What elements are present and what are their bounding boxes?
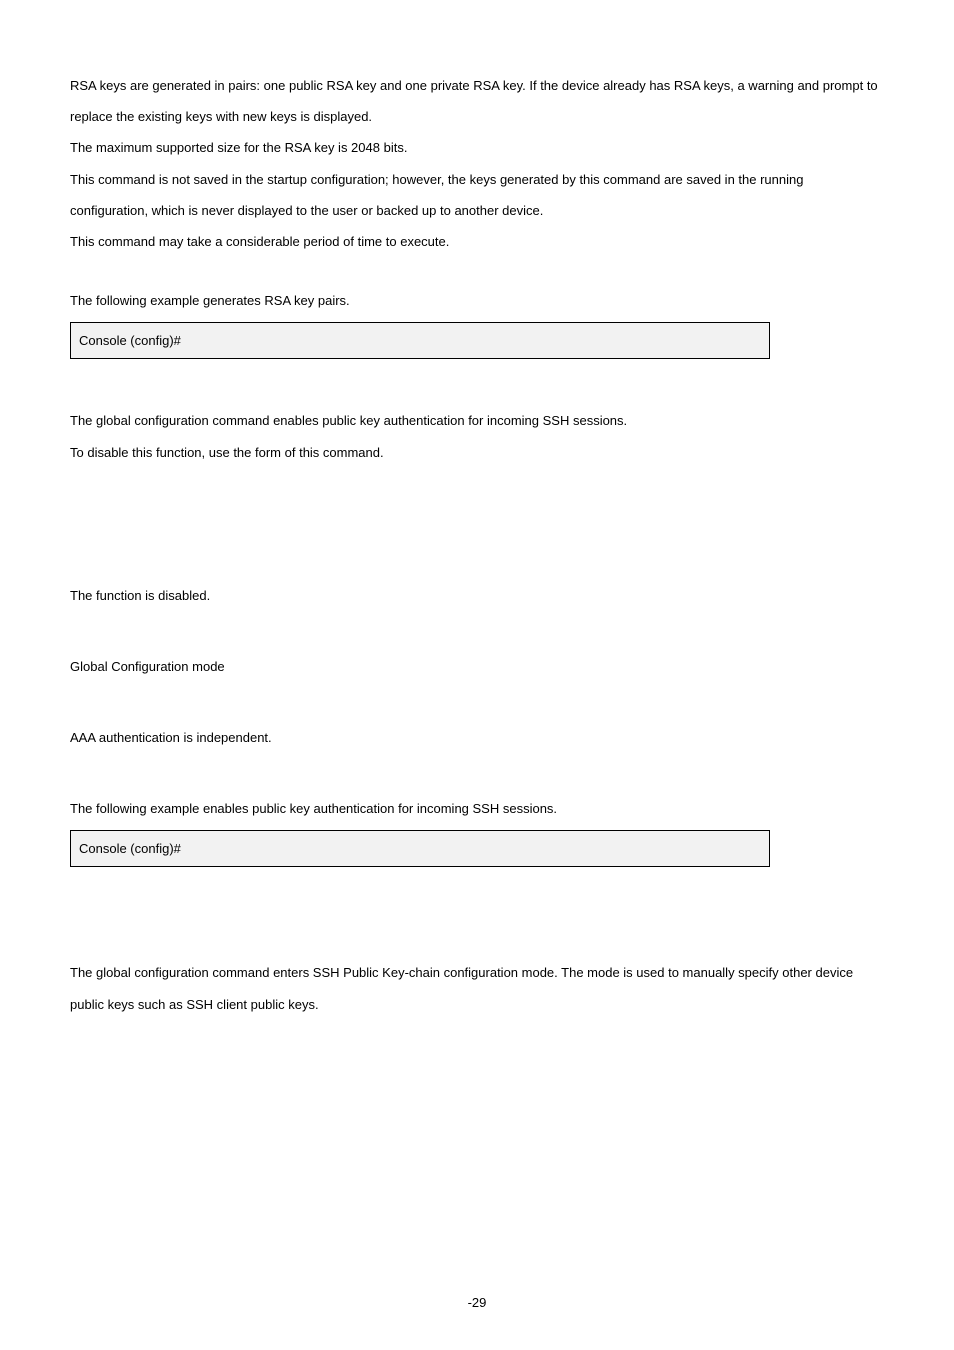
command-mode-text: Global Configuration mode bbox=[70, 651, 884, 682]
command-description: The global configuration command enters … bbox=[70, 957, 884, 1019]
body-paragraph: This command is not saved in the startup… bbox=[70, 164, 884, 226]
example-intro: The following example enables public key… bbox=[70, 793, 884, 824]
text-fragment: To disable this function, use the bbox=[70, 445, 255, 460]
console-example: Console (config)# bbox=[70, 830, 770, 867]
text-fragment: global configuration command enters SSH … bbox=[70, 965, 853, 1011]
default-config-text: The function is disabled. bbox=[70, 580, 884, 611]
console-prompt: Console (config)# bbox=[79, 333, 181, 348]
body-paragraph: The maximum supported size for the RSA k… bbox=[70, 132, 884, 163]
text-fragment: global configuration command enables pub… bbox=[96, 413, 627, 428]
body-paragraph: RSA keys are generated in pairs: one pub… bbox=[70, 70, 884, 132]
command-description: The global configuration command enables… bbox=[70, 405, 884, 436]
example-intro: The following example generates RSA key … bbox=[70, 285, 884, 316]
user-guidelines-text: AAA authentication is independent. bbox=[70, 722, 884, 753]
body-paragraph: This command may take a considerable per… bbox=[70, 226, 884, 257]
console-example: Console (config)# bbox=[70, 322, 770, 359]
text-fragment: form of this command. bbox=[255, 445, 384, 460]
text-fragment: The bbox=[70, 965, 96, 980]
page-number: -29 bbox=[0, 1295, 954, 1310]
command-disable-note: To disable this function, use the form o… bbox=[70, 437, 884, 468]
text-fragment: The bbox=[70, 413, 96, 428]
console-prompt: Console (config)# bbox=[79, 841, 181, 856]
